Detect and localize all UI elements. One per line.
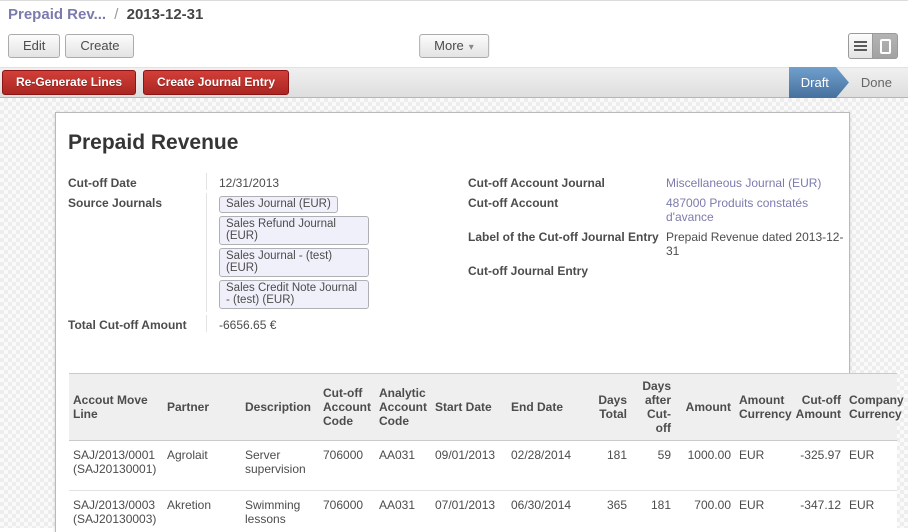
table-cell: 59 [631,441,675,491]
journal-tag[interactable]: Sales Refund Journal (EUR) [219,216,369,245]
more-dropdown-button[interactable]: More▾ [419,34,489,58]
table-cell: Swimming lessons [241,491,319,532]
table-cell: 02/28/2014 [507,441,591,491]
total-cutoff-amount-value: -6656.65 € [206,315,468,332]
status-draft[interactable]: Draft [789,67,849,98]
top-header: Prepaid Rev... / 2013-12-31 Edit Create … [0,0,908,67]
cutoff-journal-entry-value[interactable] [666,261,846,278]
breadcrumb: Prepaid Rev... / 2013-12-31 [0,1,908,25]
cutoff-account-journal-value[interactable]: Miscellaneous Journal (EUR) [666,173,846,190]
table-row[interactable]: SAJ/2013/0001 (SAJ20130001)AgrolaitServe… [69,441,897,491]
table-cell: 181 [631,491,675,532]
table-cell: AA031 [375,441,431,491]
journal-tag[interactable]: Sales Credit Note Journal - (test) (EUR) [219,280,369,309]
form-view-button[interactable] [873,33,898,59]
breadcrumb-separator: / [110,6,122,23]
table-cell: Akretion [163,491,241,532]
journal-entry-label-label: Label of the Cut-off Journal Entry [468,227,666,258]
edit-button[interactable]: Edit [8,34,60,58]
table-cell: 06/30/2014 [507,491,591,532]
column-header[interactable]: Cut-off Amount [789,374,845,441]
list-icon [854,39,867,53]
status-done[interactable]: Done [861,75,892,90]
table-cell: 365 [591,491,631,532]
table-cell: 700.00 [675,491,735,532]
cutoff-account-value[interactable]: 487000 Produits constatés d'avance [666,193,846,224]
breadcrumb-parent-link[interactable]: Prepaid Rev... [8,6,106,23]
table-cell: EUR [845,441,897,491]
journal-tag[interactable]: Sales Journal - (test) (EUR) [219,248,369,277]
table-cell: 09/01/2013 [431,441,507,491]
create-button[interactable]: Create [65,34,134,58]
cutoff-journal-entry-label: Cut-off Journal Entry [468,261,666,278]
column-header[interactable]: Cut-off Account Code [319,374,375,441]
table-cell: EUR [845,491,897,532]
table-cell: 1000.00 [675,441,735,491]
column-header[interactable]: Days Total [591,374,631,441]
table-header-row: Accout Move LinePartnerDescriptionCut-of… [69,374,897,441]
table-cell: SAJ/2013/0001 (SAJ20130001) [69,441,163,491]
cutoff-date-value[interactable]: 12/31/2013 [206,173,468,190]
journal-tag[interactable]: Sales Journal (EUR) [219,196,338,213]
source-journals-label: Source Journals [68,193,206,312]
more-label: More [434,38,464,53]
column-header[interactable]: Company Currency [845,374,897,441]
cutoff-lines-table: Accout Move LinePartnerDescriptionCut-of… [69,373,897,532]
form-sheet: Prepaid Revenue Cut-off Date 12/31/2013 … [55,112,850,532]
cutoff-lines-table-zone: Accout Move LinePartnerDescriptionCut-of… [69,373,897,532]
view-switcher [848,33,898,59]
table-body: SAJ/2013/0001 (SAJ20130001)AgrolaitServe… [69,441,897,532]
column-header[interactable]: Amount Currency [735,374,789,441]
page-title: Prepaid Revenue [68,131,849,155]
column-header[interactable]: Analytic Account Code [375,374,431,441]
cutoff-date-label: Cut-off Date [68,173,206,190]
table-cell: EUR [735,441,789,491]
content-area: Prepaid Revenue Cut-off Date 12/31/2013 … [0,98,908,528]
form-group-right: Cut-off Account Journal Miscellaneous Jo… [468,173,849,335]
journal-entry-label-value: Prepaid Revenue dated 2013-12-31 [666,227,846,258]
column-header[interactable]: Days after Cut-off [631,374,675,441]
column-header[interactable]: Accout Move Line [69,374,163,441]
total-cutoff-amount-label: Total Cut-off Amount [68,315,206,332]
table-cell: EUR [735,491,789,532]
table-cell: 706000 [319,491,375,532]
table-cell: Agrolait [163,441,241,491]
table-cell: AA031 [375,491,431,532]
column-header[interactable]: End Date [507,374,591,441]
column-header[interactable]: Start Date [431,374,507,441]
form-group-left: Cut-off Date 12/31/2013 Source Journals … [68,173,468,335]
form-icon [880,39,891,54]
column-header[interactable]: Description [241,374,319,441]
table-cell: 181 [591,441,631,491]
cutoff-account-journal-label: Cut-off Account Journal [468,173,666,190]
table-cell: -347.12 [789,491,845,532]
table-row[interactable]: SAJ/2013/0003 (SAJ20130003)AkretionSwimm… [69,491,897,532]
caret-down-icon: ▾ [464,42,474,53]
table-cell: -325.97 [789,441,845,491]
table-cell: 706000 [319,441,375,491]
column-header[interactable]: Amount [675,374,735,441]
source-journals-tags: Sales Journal (EUR) Sales Refund Journal … [206,193,456,312]
regenerate-lines-button[interactable]: Re-Generate Lines [2,70,136,95]
breadcrumb-current: 2013-12-31 [127,6,204,23]
form-fields: Cut-off Date 12/31/2013 Source Journals … [68,173,849,335]
column-header[interactable]: Partner [163,374,241,441]
table-cell: SAJ/2013/0003 (SAJ20130003) [69,491,163,532]
list-view-button[interactable] [848,33,873,59]
create-journal-entry-button[interactable]: Create Journal Entry [143,70,289,95]
table-cell: Server supervision [241,441,319,491]
table-cell: 07/01/2013 [431,491,507,532]
action-toolbar: Edit Create More▾ [0,25,908,67]
status-bar: Re-Generate Lines Create Journal Entry D… [0,67,908,98]
cutoff-account-label: Cut-off Account [468,193,666,224]
